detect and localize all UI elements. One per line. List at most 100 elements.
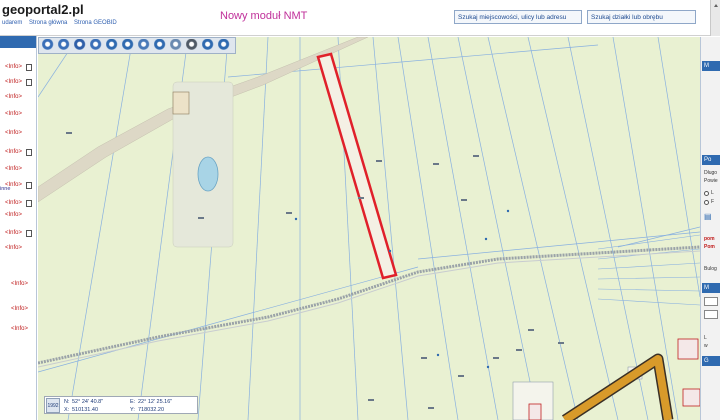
coord-e-value: 22° 12' 25.16" [138, 399, 173, 405]
measure-icon[interactable] [138, 39, 152, 52]
layer-info-link[interactable]: <Info> [5, 230, 22, 236]
parcel-number-label [458, 375, 464, 377]
right-panel-header-map[interactable]: M [702, 61, 720, 71]
parcel-number-label [516, 349, 522, 351]
survey-point-marker [436, 353, 440, 357]
layer-document-icon[interactable] [26, 230, 32, 237]
layer-info-link[interactable]: <Info> [5, 79, 22, 85]
back-arrow-icon[interactable] [106, 39, 120, 52]
layer-info-link[interactable]: <Info> [5, 94, 22, 100]
sidebar-header [0, 36, 36, 48]
survey-point-marker [484, 237, 488, 241]
zoom-out-icon[interactable] [58, 39, 72, 52]
layer-info-link[interactable]: <Info> [11, 306, 28, 312]
right-panel-header-position[interactable]: Po [702, 155, 720, 165]
layer-document-icon[interactable] [26, 149, 32, 156]
header-links: udarem Strona główna Strona GEOBID [2, 20, 122, 26]
building [682, 388, 700, 407]
right-panel-info-label: Bulog [704, 266, 717, 272]
right-panel-length-label: Długo [704, 170, 718, 176]
layer-document-icon[interactable] [26, 79, 32, 86]
parcel-number-label [433, 163, 439, 165]
coord-y-label: Y: [130, 407, 135, 413]
coord-x-value: 510131.40 [72, 407, 98, 413]
pond [197, 156, 219, 192]
parcel-boundary-line [597, 262, 700, 270]
coord-e-label: E: [130, 399, 136, 405]
coordinate-readout: 1992 N: 52° 24' 40.8" E: 22° 12' 25.16" … [44, 396, 198, 414]
radio-option-2-label: F [711, 199, 715, 205]
search-plot-button[interactable]: Szukaj działki lub obrębu [587, 10, 696, 24]
right-panel: M Po Długo Powie L F ▤ pom Pom Bulog M L… [700, 37, 720, 420]
zoom-in-icon[interactable] [42, 39, 56, 52]
info-icon[interactable] [154, 39, 168, 52]
camera-icon[interactable] [218, 39, 232, 52]
layer-info-link[interactable]: <Info> [5, 200, 22, 206]
parcel-boundary-line [247, 37, 269, 420]
header-link-geobid[interactable]: Strona GEOBID [74, 20, 117, 26]
parcel-number-label [473, 155, 479, 157]
coord-y-value: 718032.20 [138, 407, 164, 413]
map-canvas[interactable] [38, 37, 700, 420]
document-icon[interactable]: ▤ [704, 212, 712, 221]
layer-info-link[interactable]: <Info> [5, 149, 22, 155]
layers-icon[interactable] [170, 39, 184, 52]
right-panel-header-gis[interactable]: G [702, 356, 720, 366]
right-panel-button[interactable] [704, 297, 718, 306]
parcel-number-label [461, 199, 467, 201]
survey-point-marker [506, 209, 510, 213]
layer-info-link[interactable]: <Info> [5, 130, 22, 136]
survey-point-marker [388, 249, 392, 253]
module-title-link[interactable]: Nowy moduł NMT [220, 10, 307, 22]
right-panel-header-measure[interactable]: M [702, 283, 720, 293]
right-panel-layer-sublabel: w [704, 343, 708, 349]
forward-arrow-icon[interactable] [122, 39, 136, 52]
header-link-home[interactable]: Strona główna [29, 20, 67, 26]
right-panel-button-2[interactable] [704, 310, 718, 319]
epsg-badge[interactable]: 1992 [46, 398, 60, 413]
parcel-number-label [428, 407, 434, 409]
layer-info-link[interactable]: <Info> [5, 166, 22, 172]
site-logo[interactable]: geoportal2.pl [2, 2, 84, 17]
print-icon[interactable] [186, 39, 200, 52]
zoom-extent-icon[interactable] [90, 39, 104, 52]
parcel-boundary-line [417, 231, 700, 260]
radio-option-2[interactable] [704, 200, 709, 205]
building [677, 338, 699, 360]
radio-option-1[interactable] [704, 191, 709, 196]
layer-document-icon[interactable] [26, 64, 32, 71]
layer-document-icon[interactable] [26, 200, 32, 207]
parcel-boundary-line [597, 276, 700, 280]
globe-icon[interactable] [202, 39, 216, 52]
coord-n-value: 52° 24' 40.8" [72, 399, 104, 405]
layer-info-link[interactable]: <Info> [5, 212, 22, 218]
right-panel-layer-label: L [704, 335, 707, 341]
right-panel-area-label: Powie [704, 178, 718, 184]
layer-info-link[interactable]: <Info> [11, 281, 28, 287]
parcel-number-label [358, 197, 364, 199]
parcel-boundary-line [657, 37, 700, 298]
parcel-number-label [66, 132, 72, 134]
parcel-boundary-line [67, 37, 134, 420]
parcel-boundary-line [597, 288, 700, 292]
layers-sidebar: <Info> <Info> <Info> <Info> <Info> <Info> <Inf… [0, 36, 37, 420]
parcel-boundary-line [567, 37, 649, 420]
highlighted-parcel [316, 52, 398, 280]
building [172, 91, 190, 115]
layer-document-icon[interactable] [26, 182, 32, 189]
layer-info-link[interactable]: <Info> [5, 64, 22, 70]
parcel-number-label [528, 329, 534, 331]
layer-info-link[interactable]: <Info> [11, 326, 28, 332]
layer-info-link[interactable]: <Info> [5, 245, 22, 251]
pan-hand-icon[interactable] [74, 39, 88, 52]
right-panel-red-note-1: pom [704, 236, 715, 242]
header-link-login[interactable]: udarem [2, 20, 22, 26]
map-svg [38, 37, 700, 420]
parcel-number-label [376, 160, 382, 162]
search-address-button[interactable]: Szukaj miejscowości, ulicy lub adresu [454, 10, 582, 24]
layer-info-link[interactable]: <Info> [5, 111, 22, 117]
survey-point-marker [294, 217, 298, 221]
scrollbar-up-arrow-icon[interactable] [710, 0, 720, 36]
road-edge-line [38, 250, 700, 368]
parcel-boundary-line [427, 37, 499, 420]
